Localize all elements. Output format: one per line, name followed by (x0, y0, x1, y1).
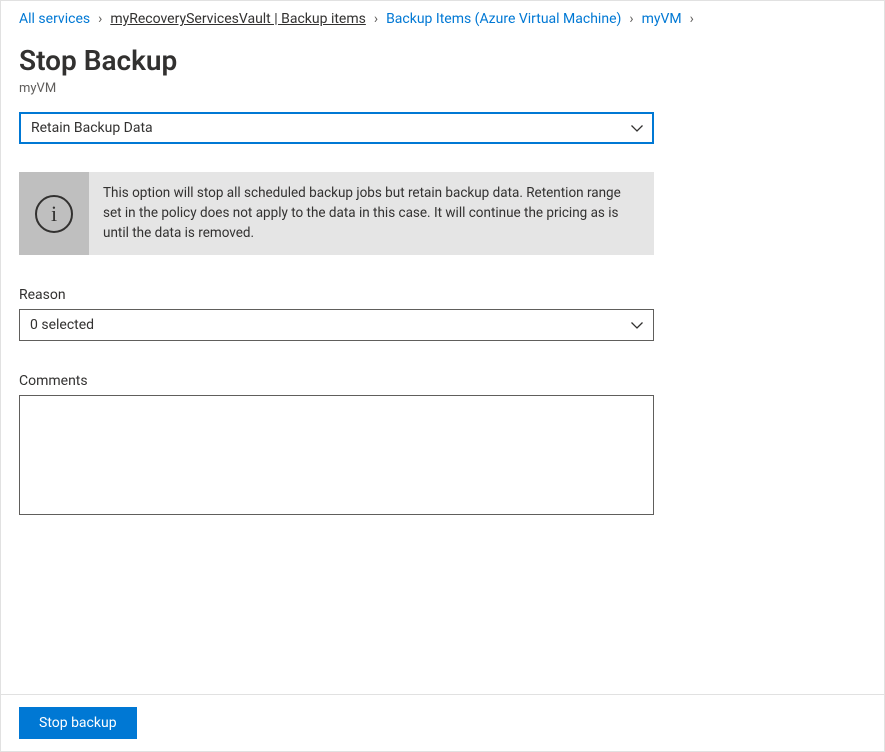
breadcrumb-item-vault[interactable]: myRecoveryServicesVault | Backup items (110, 11, 366, 27)
reason-label: Reason (19, 287, 866, 303)
page-header: Stop Backup myVM (1, 33, 884, 112)
breadcrumb: All services › myRecoveryServicesVault |… (1, 1, 884, 33)
info-box: i This option will stop all scheduled ba… (19, 172, 654, 255)
chevron-right-icon: › (686, 11, 698, 27)
comments-textarea[interactable] (19, 395, 654, 515)
info-text: This option will stop all scheduled back… (89, 172, 654, 255)
chevron-right-icon: › (94, 11, 106, 27)
page-title: Stop Backup (19, 43, 866, 79)
info-icon: i (35, 195, 73, 233)
breadcrumb-item-all-services[interactable]: All services (19, 11, 90, 27)
reason-value: 0 selected (30, 317, 94, 333)
info-icon-cell: i (19, 172, 89, 255)
breadcrumb-item-backup-items[interactable]: Backup Items (Azure Virtual Machine) (386, 11, 621, 27)
reason-select[interactable]: 0 selected (19, 309, 654, 341)
backup-option-value: Retain Backup Data (31, 120, 153, 136)
footer: Stop backup (1, 694, 884, 751)
breadcrumb-item-myvm[interactable]: myVM (642, 11, 682, 27)
stop-backup-button[interactable]: Stop backup (19, 707, 137, 739)
chevron-right-icon: › (370, 11, 382, 27)
page-subtitle: myVM (19, 81, 866, 96)
comments-label: Comments (19, 373, 866, 389)
backup-option-select[interactable]: Retain Backup Data (19, 112, 654, 144)
chevron-right-icon: › (625, 11, 637, 27)
